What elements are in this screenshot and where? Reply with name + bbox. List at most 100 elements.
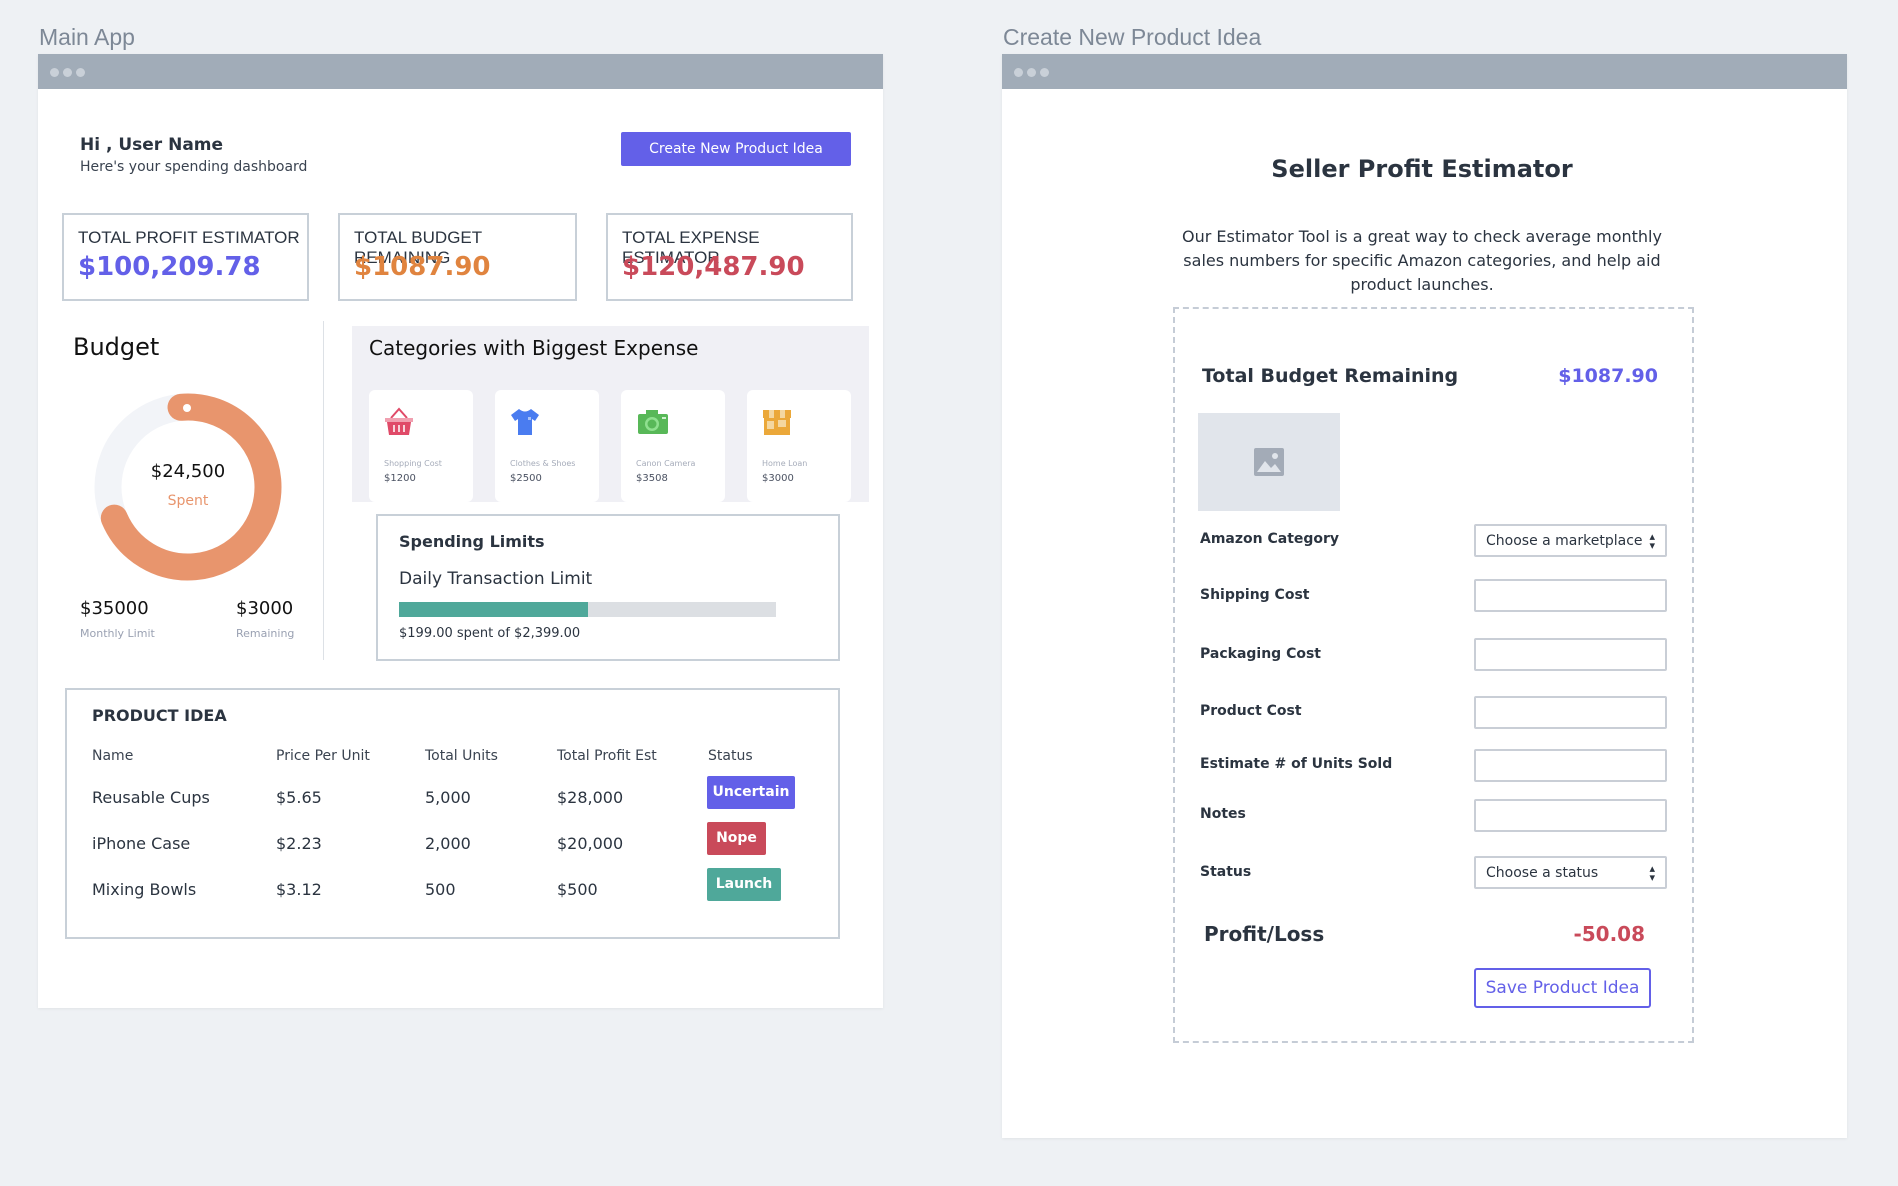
create-product-idea-button[interactable]: Create New Product Idea xyxy=(621,132,851,166)
amazon-category-select[interactable]: Choose a marketplace ▴ ▾ xyxy=(1474,524,1667,557)
monthly-limit-label: Monthly Limit xyxy=(80,627,155,640)
tshirt-icon xyxy=(511,409,539,435)
table-cell-name: iPhone Case xyxy=(92,834,191,853)
profit-loss-label: Profit/Loss xyxy=(1204,922,1325,946)
product-cost-label: Product Cost xyxy=(1200,703,1302,719)
dashboard-subtitle: Here's your spending dashboard xyxy=(80,159,308,175)
monthly-limit-value: $35000 xyxy=(80,598,149,619)
units-sold-input[interactable] xyxy=(1474,749,1667,782)
budget-title: Budget xyxy=(73,333,160,361)
store-icon xyxy=(763,410,791,435)
estimator-description: Our Estimator Tool is a great way to che… xyxy=(1122,225,1722,297)
status-badge[interactable]: Launch xyxy=(707,868,781,901)
product-idea-table xyxy=(65,688,840,939)
category-card[interactable]: Canon Camera $3508 xyxy=(621,390,725,502)
estimator-title: Seller Profit Estimator xyxy=(1271,155,1573,183)
packaging-cost-label: Packaging Cost xyxy=(1200,646,1321,662)
table-cell-name: Reusable Cups xyxy=(92,788,210,807)
category-value: $1200 xyxy=(384,473,416,484)
status-badge[interactable]: Uncertain xyxy=(707,776,795,809)
product-cost-input[interactable] xyxy=(1474,696,1667,729)
table-cell-price: $3.12 xyxy=(276,880,322,899)
stat-value: $120,487.90 xyxy=(622,252,805,282)
column-header: Total Profit Est xyxy=(557,748,657,764)
save-product-idea-button[interactable]: Save Product Idea xyxy=(1474,968,1651,1008)
divider xyxy=(323,321,324,660)
column-header: Total Units xyxy=(425,748,498,764)
description-line: product launches. xyxy=(1350,275,1494,294)
spending-limits-title: Spending Limits xyxy=(399,532,545,551)
window-titlebar xyxy=(1002,54,1847,89)
stat-card-profit: TOTAL PROFIT ESTIMATOR $100,209.78 xyxy=(62,213,309,301)
category-card[interactable]: Clothes & Shoes $2500 xyxy=(495,390,599,502)
status-select[interactable]: Choose a status ▴ ▾ xyxy=(1474,856,1667,889)
remaining-label: Remaining xyxy=(236,627,295,640)
stat-label: TOTAL PROFIT ESTIMATOR xyxy=(78,228,300,247)
stat-value: $1087.90 xyxy=(354,252,491,282)
category-value: $3000 xyxy=(762,473,794,484)
budget-spent-label: Spent xyxy=(167,493,209,509)
status-badge[interactable]: Nope xyxy=(707,822,766,855)
daily-limit-caption: $199.00 spent of $2,399.00 xyxy=(399,626,581,641)
packaging-cost-input[interactable] xyxy=(1474,638,1667,671)
notes-label: Notes xyxy=(1200,806,1246,822)
category-label: Home Loan xyxy=(762,459,808,468)
window-dot xyxy=(76,68,85,77)
daily-limit-progress xyxy=(399,602,776,617)
category-card[interactable]: Shopping Cost $1200 xyxy=(369,390,473,502)
table-cell-units: 5,000 xyxy=(425,788,471,807)
select-value: Choose a marketplace xyxy=(1486,533,1643,549)
window-dot xyxy=(50,68,59,77)
donut-knob xyxy=(183,404,191,412)
frame-label-main: Main App xyxy=(39,24,135,50)
product-idea-title: PRODUCT IDEA xyxy=(92,706,227,725)
notes-input[interactable] xyxy=(1474,799,1667,832)
table-cell-units: 2,000 xyxy=(425,834,471,853)
camera-icon xyxy=(638,410,668,434)
status-label: Status xyxy=(1200,864,1252,880)
description-line: Our Estimator Tool is a great way to che… xyxy=(1182,227,1662,246)
remaining-value: $3000 xyxy=(236,598,294,619)
image-icon xyxy=(1254,448,1284,476)
table-cell-profit: $500 xyxy=(557,880,598,899)
category-card[interactable]: Home Loan $3000 xyxy=(747,390,851,502)
budget-spent-value: $24,500 xyxy=(150,461,226,482)
stat-card-budget: TOTAL BUDGET REMAINING $1087.90 xyxy=(338,213,577,301)
stat-card-expense: TOTAL EXPENSE ESTIMATOR $120,487.90 xyxy=(606,213,853,301)
frame-label-create: Create New Product Idea xyxy=(1003,24,1262,50)
shipping-cost-label: Shipping Cost xyxy=(1200,587,1310,603)
category-label: Canon Camera xyxy=(636,459,696,468)
column-header: Price Per Unit xyxy=(276,748,370,764)
select-arrows-icon: ▴ ▾ xyxy=(1649,530,1655,552)
column-header: Name xyxy=(92,748,134,764)
column-header: Status xyxy=(708,748,753,764)
select-value: Choose a status xyxy=(1486,865,1599,881)
table-cell-name: Mixing Bowls xyxy=(92,880,197,899)
window-dot xyxy=(63,68,72,77)
window-dot xyxy=(1040,68,1049,77)
window-dot xyxy=(1014,68,1023,77)
profit-loss-value: -50.08 xyxy=(1573,922,1645,946)
description-line: sales numbers for specific Amazon catego… xyxy=(1183,251,1661,270)
basket-icon xyxy=(385,407,413,435)
budget-remaining-label: Total Budget Remaining xyxy=(1202,365,1459,387)
product-image-upload[interactable] xyxy=(1198,413,1340,511)
stat-value: $100,209.78 xyxy=(78,252,261,282)
daily-limit-label: Daily Transaction Limit xyxy=(399,569,593,589)
categories-title: Categories with Biggest Expense xyxy=(369,336,699,360)
table-cell-profit: $28,000 xyxy=(557,788,624,807)
table-cell-price: $5.65 xyxy=(276,788,322,807)
category-value: $2500 xyxy=(510,473,542,484)
budget-donut-chart xyxy=(94,393,282,581)
window-dot xyxy=(1027,68,1036,77)
table-cell-price: $2.23 xyxy=(276,834,322,853)
category-label: Clothes & Shoes xyxy=(510,459,576,468)
shipping-cost-input[interactable] xyxy=(1474,579,1667,612)
units-sold-label: Estimate # of Units Sold xyxy=(1200,756,1393,772)
select-arrows-icon: ▴ ▾ xyxy=(1649,862,1655,884)
greeting: Hi , User Name xyxy=(80,135,224,155)
window-titlebar xyxy=(38,54,883,89)
table-cell-units: 500 xyxy=(425,880,456,899)
budget-remaining-value: $1087.90 xyxy=(1558,365,1658,387)
amazon-category-label: Amazon Category xyxy=(1200,531,1340,547)
